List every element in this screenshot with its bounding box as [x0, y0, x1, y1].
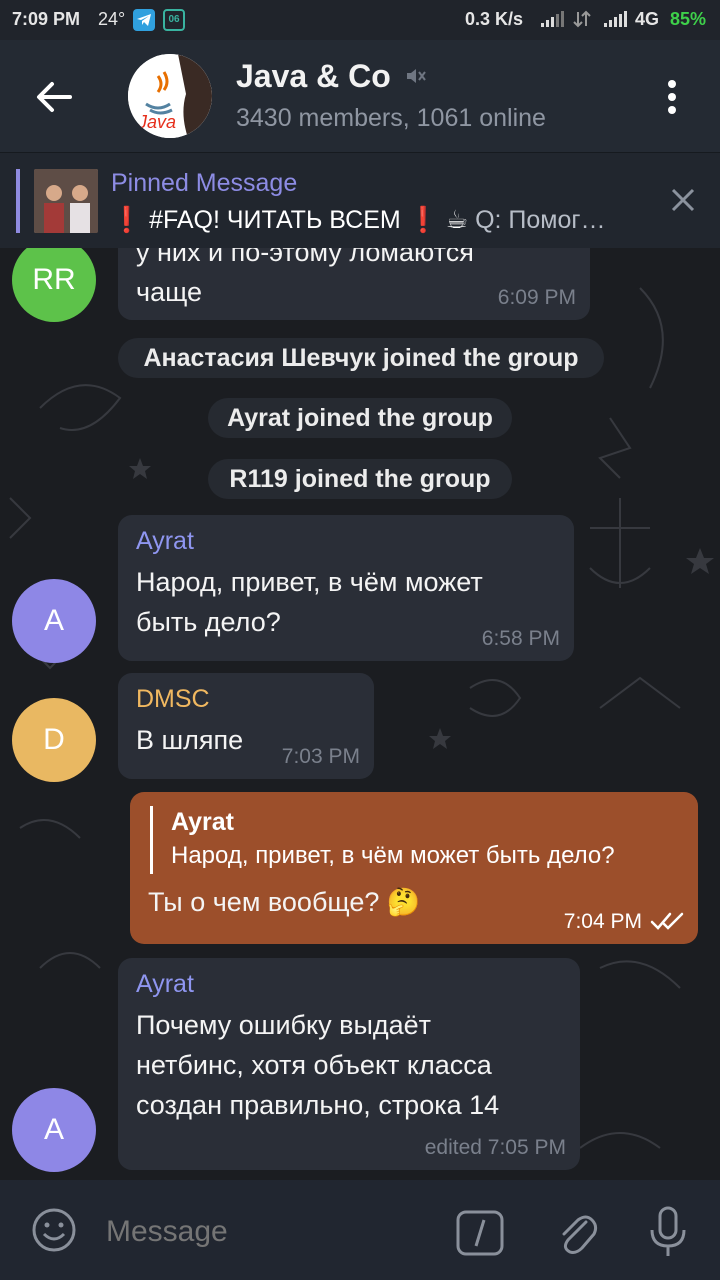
network-type: 4G	[635, 9, 660, 29]
reply-text: Народ, привет, в чём может быть дело?	[171, 842, 615, 869]
reply-preview[interactable]: Ayrat Народ, привет, в чём может быть де…	[150, 806, 680, 874]
pinned-message-bar[interactable]: Pinned Message ❗ #FAQ! ЧИТАТЬ ВСЕМ ❗ ☕ Q…	[0, 152, 720, 249]
signal-icon	[541, 11, 564, 27]
message-input[interactable]	[104, 1214, 428, 1250]
pinned-indicator	[16, 169, 20, 233]
avatar[interactable]: A	[12, 579, 96, 663]
muted-icon	[407, 69, 426, 83]
read-checkmarks-icon	[650, 912, 684, 930]
attach-icon[interactable]	[556, 1208, 598, 1256]
message-list[interactable]: у них и по-этому ломаются чаще 6:09 PM R…	[0, 248, 720, 1180]
message-sender[interactable]: DMSC	[136, 685, 356, 714]
emoji-icon[interactable]	[30, 1206, 78, 1254]
status-time: 7:09 PM	[12, 9, 81, 29]
network-speed: 0.3 K/s	[465, 9, 524, 29]
message-composer	[0, 1180, 720, 1280]
message-time: 7:03 PM	[281, 745, 360, 768]
message-time: 6:09 PM	[497, 286, 576, 309]
avatar[interactable]: A	[12, 1088, 96, 1172]
group-avatar[interactable]: Java	[128, 54, 212, 138]
chat-members-count: 3430 members, 1061 online	[236, 104, 546, 132]
avatar[interactable]: D	[12, 698, 96, 782]
reply-sender: Ayrat	[171, 808, 234, 836]
status-temperature: 24°	[98, 9, 126, 29]
message-text: Почему ошибку выдаёт нетбинс, хотя объек…	[136, 1005, 562, 1125]
pinned-text-rest: Q: Помог…	[468, 206, 606, 234]
message-bubble[interactable]: Ayrat Почему ошибку выдаёт нетбинс, хотя…	[118, 958, 580, 1170]
pinned-text: ❗ #FAQ! ЧИТАТЬ ВСЕМ ❗ ☕ Q: Помог…	[111, 205, 606, 235]
message-sender[interactable]: Ayrat	[136, 970, 562, 999]
chat-header: Java Java & Co 3430 members, 1061 online	[0, 40, 720, 152]
more-options-icon[interactable]	[660, 78, 684, 118]
message-text-line: создан правильно, строка 14	[136, 1090, 500, 1120]
message-time: edited 7:05 PM	[424, 1136, 566, 1159]
back-arrow-icon[interactable]	[30, 76, 80, 118]
notification-badge: 06	[163, 9, 185, 31]
message-time: 6:58 PM	[481, 627, 560, 650]
battery-level: 85%	[670, 9, 707, 29]
telegram-notification-icon	[133, 9, 155, 31]
data-transfer-icon	[573, 10, 591, 28]
pinned-thumbnail	[34, 169, 98, 233]
message-text-line: Почему ошибку выдаёт	[136, 1010, 432, 1040]
bot-commands-icon[interactable]	[456, 1210, 504, 1256]
message-time: 7:04 PM	[563, 910, 642, 933]
outgoing-message-bubble[interactable]: Ayrat Народ, привет, в чём может быть де…	[130, 792, 698, 944]
message-sender[interactable]: Ayrat	[136, 527, 556, 556]
signal-strength-icon	[604, 11, 627, 27]
service-message: Анастасия Шевчук joined the group	[118, 338, 604, 378]
message-bubble[interactable]: DMSC В шляпе 7:03 PM	[118, 673, 374, 779]
message-bubble[interactable]: Ayrat Народ, привет, в чём может быть де…	[118, 515, 574, 661]
message-text-line: у них и по-этому ломаются	[136, 248, 474, 267]
pinned-text-prefix: ❗ #FAQ! ЧИТАТЬ ВСЕМ ❗ ☕	[111, 206, 469, 234]
message-text-line: Народ, привет, в чём может	[136, 567, 483, 597]
status-bar: 7:09 PM 24° 06 0.3 K/s 4G 85%	[0, 0, 720, 40]
microphone-icon[interactable]	[648, 1206, 688, 1258]
message-text-line: нетбинс, хотя объект класса	[136, 1050, 492, 1080]
service-message: Ayrat joined the group	[208, 398, 512, 438]
service-message: R119 joined the group	[208, 459, 512, 499]
group-avatar-label: Java	[137, 112, 176, 132]
message-bubble[interactable]: у них и по-этому ломаются чаще 6:09 PM	[118, 248, 590, 320]
chat-title[interactable]: Java & Co	[236, 58, 391, 95]
close-icon[interactable]	[671, 188, 695, 212]
pinned-title: Pinned Message	[111, 169, 298, 197]
java-logo-icon: Java	[128, 54, 212, 138]
